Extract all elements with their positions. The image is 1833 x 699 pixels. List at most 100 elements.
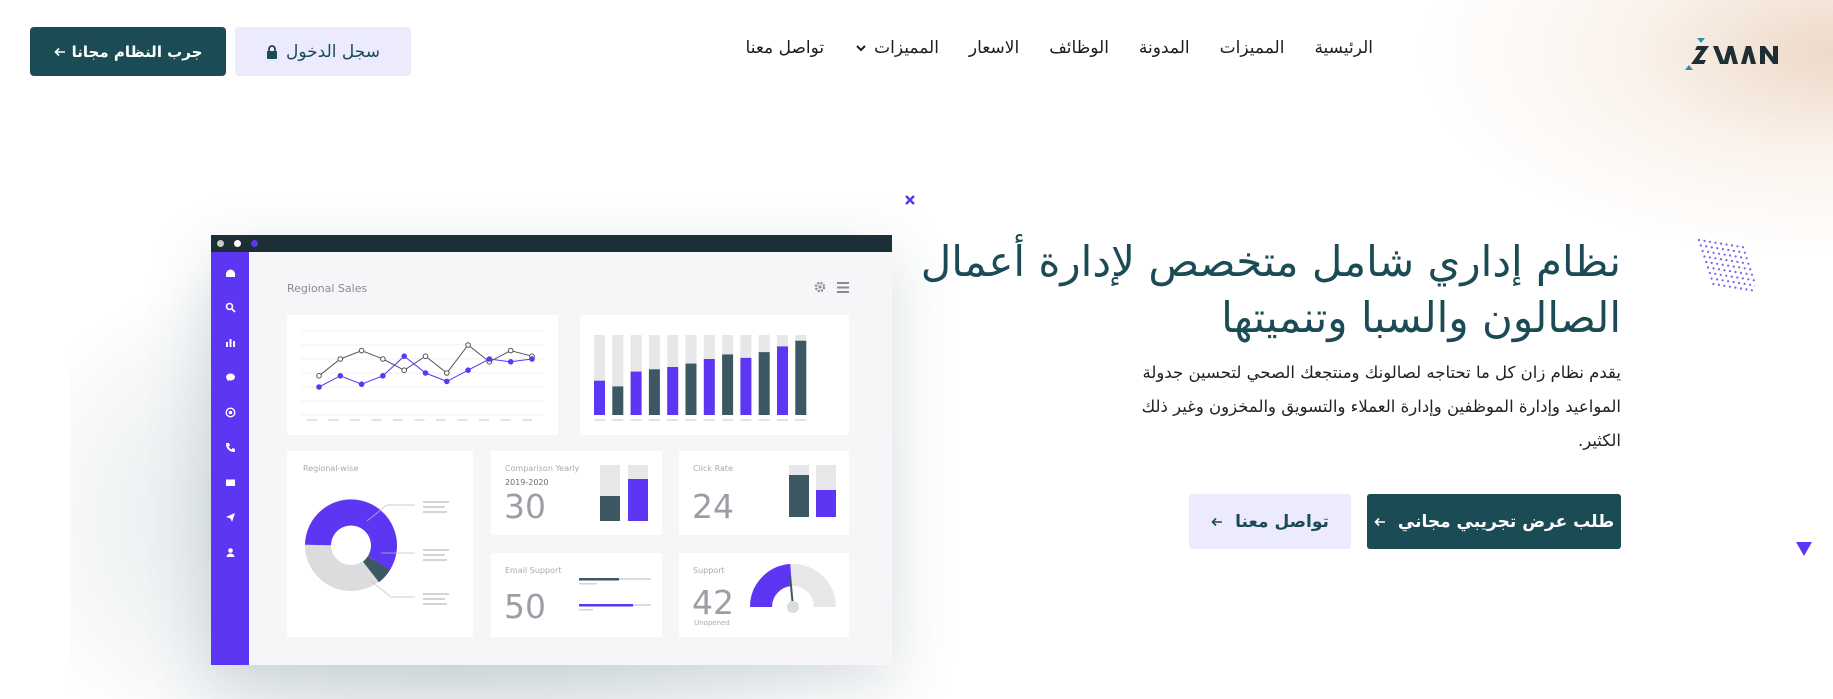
hero-desc-line1: يقدم نظام زان كل ما تحتاجه لصالونك ومنتج…	[1142, 363, 1621, 382]
nav-jobs-label: الوظائف	[1049, 38, 1109, 58]
x-tick-label	[328, 419, 339, 421]
series-a-point	[337, 356, 344, 362]
mockup-sidebar	[211, 252, 249, 665]
nav-features[interactable]: المميزات	[1220, 38, 1285, 58]
hero-desc-line2: المواعيد وإدارة الموظفين وإدارة العملاء …	[1141, 397, 1621, 416]
x-tick-label	[414, 419, 425, 421]
x-tick-label	[667, 419, 679, 421]
at-sign-icon	[225, 407, 236, 418]
regional-label: Regional-wise	[303, 464, 359, 473]
login-button[interactable]: سجل الدخول	[235, 27, 411, 76]
donut-chart	[305, 499, 449, 605]
hero-title-line2: الصالون والسبا وتنميتها	[1221, 293, 1621, 342]
phone-icon	[226, 443, 235, 452]
bar	[630, 371, 642, 415]
try-free-button[interactable]: جرب النظام مجانا	[30, 27, 226, 76]
x-tick-label	[685, 419, 697, 421]
gear-icon	[814, 281, 826, 293]
send-icon	[226, 513, 235, 522]
x-tick-label	[594, 419, 605, 421]
dashboard-icon	[226, 269, 235, 277]
x-tick-label	[722, 419, 734, 421]
menu-icon	[837, 282, 849, 293]
hero-description: يقدم نظام زان كل ما تحتاجه لصالونك ومنتج…	[1091, 356, 1621, 458]
window-dot-icon	[251, 240, 258, 247]
x-tick-label	[612, 419, 624, 421]
close-x-decoration-icon	[903, 193, 917, 207]
chevron-down-icon	[854, 41, 868, 55]
x-tick-label	[479, 419, 489, 421]
arrow-left-icon	[53, 47, 66, 57]
x-tick-label	[307, 419, 317, 421]
bar	[758, 352, 770, 415]
window-dot-icon	[234, 240, 241, 247]
contact-us-label: تواصل معنا	[1235, 511, 1329, 532]
series-a-point	[380, 356, 386, 362]
mockup-window-bar	[211, 235, 892, 252]
comparison-card: Comparison Yearly 2019-2020 30	[491, 451, 662, 535]
lock-icon	[266, 44, 278, 59]
bar	[795, 340, 807, 415]
nav-jobs[interactable]: الوظائف	[1049, 38, 1109, 58]
series-b-point	[507, 359, 514, 365]
contact-us-button[interactable]: تواصل معنا	[1189, 494, 1351, 549]
bar	[667, 367, 679, 415]
x-tick-label	[648, 419, 660, 421]
nav-blog[interactable]: المدونة	[1139, 38, 1190, 58]
series-a-point	[465, 342, 471, 348]
arrow-left-icon	[1211, 517, 1223, 527]
support-gauge	[749, 564, 836, 613]
series-b-point	[529, 356, 535, 362]
triangle-decoration-icon	[1795, 541, 1813, 557]
series-b-point	[465, 367, 471, 374]
nav-contact-label: تواصل معنا	[745, 38, 825, 58]
request-demo-label: طلب عرض تجريبي مجاني	[1397, 511, 1615, 532]
x-tick-label	[500, 419, 511, 421]
series-a-point	[422, 353, 429, 360]
bar	[740, 357, 752, 415]
bar	[594, 380, 605, 415]
series-a-point	[358, 347, 365, 354]
line-chart-card	[287, 315, 558, 435]
nav-features-dropdown[interactable]: المميزات	[854, 38, 939, 58]
bar-chart-icon	[226, 339, 235, 347]
nav-pricing-label: الاسعار	[968, 38, 1020, 58]
nav-contact[interactable]: تواصل معنا	[746, 38, 825, 58]
email-progress-bars	[579, 578, 651, 611]
nav-blog-label: المدونة	[1138, 38, 1190, 58]
bar	[648, 369, 660, 415]
click-rate-bars	[789, 465, 836, 517]
nav-pricing[interactable]: الاسعار	[969, 38, 1019, 58]
hero-desc-line3: الكثير.	[1577, 431, 1621, 450]
series-a-point	[444, 370, 450, 376]
series-b-point	[401, 353, 407, 360]
nav-features-label: المميزات	[1219, 38, 1285, 58]
series-b-point	[316, 384, 322, 390]
series-b-point	[486, 356, 493, 362]
dot-grid-decoration-icon	[1695, 236, 1755, 292]
bar-chart	[594, 335, 807, 421]
comparison-bars	[600, 465, 648, 521]
bar	[703, 359, 715, 415]
regional-card: Regional-wise	[287, 451, 473, 637]
x-tick-label	[777, 419, 788, 421]
request-demo-button[interactable]: طلب عرض تجريبي مجاني	[1367, 494, 1621, 549]
email-support-card: Email Support 50	[491, 553, 662, 637]
x-tick-label	[457, 419, 468, 421]
user-icon	[226, 548, 235, 557]
brand-logo[interactable]	[1683, 30, 1803, 74]
nav-home[interactable]: الرئيسية	[1314, 38, 1373, 58]
x-tick-label	[436, 419, 446, 421]
bar	[722, 354, 734, 415]
x-tick-label	[758, 419, 770, 421]
bar-chart-card	[580, 315, 849, 435]
series-b-point	[337, 373, 344, 379]
x-tick-label	[795, 419, 807, 421]
series-a-point	[316, 373, 322, 379]
dashboard-mockup: Regional Sales Regional-wise Comparison …	[211, 235, 892, 665]
x-tick-label	[703, 419, 715, 421]
x-tick-label	[371, 419, 382, 421]
x-tick-label	[630, 419, 642, 421]
click-rate-card: Click Rate 24	[679, 451, 849, 535]
hero-title-line1: نظام إداري شامل متخصص لإدارة أعمال	[920, 237, 1621, 286]
